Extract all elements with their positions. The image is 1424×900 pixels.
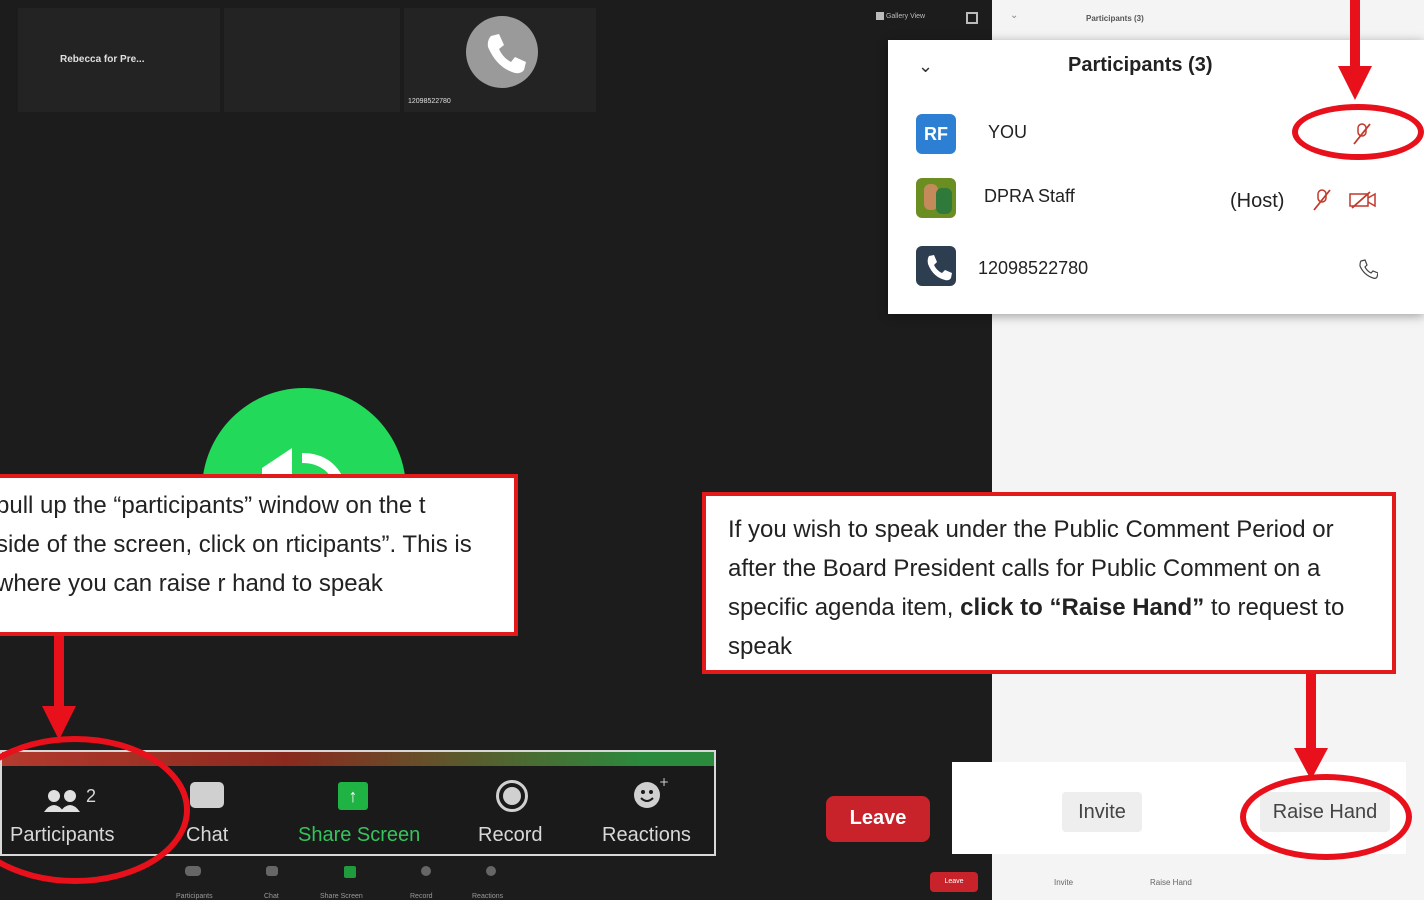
- arrow-head-down-icon: [1338, 66, 1372, 100]
- reactions-label: Reactions: [602, 824, 691, 846]
- reactions-button[interactable]: + Reactions: [592, 766, 702, 854]
- tiny-participants-icon: [185, 866, 201, 876]
- avatar: RF: [916, 114, 956, 154]
- participant-row[interactable]: DPRA Staff (Host): [888, 174, 1424, 224]
- gallery-view-label: Gallery View: [885, 12, 926, 20]
- fullscreen-icon[interactable]: [966, 12, 978, 24]
- collapse-chevron-icon[interactable]: ⌄: [918, 56, 933, 77]
- host-tag: (Host): [1230, 190, 1285, 212]
- tiny-record-label[interactable]: Record: [410, 893, 433, 900]
- thumbnail-name: Rebecca for Pre...: [60, 54, 145, 65]
- grid-icon: [876, 12, 884, 20]
- participant-name: DPRA Staff: [984, 186, 1075, 206]
- thumbnail-name: 12098522780: [408, 98, 451, 105]
- callout-right-bold: click to “Raise Hand”: [960, 594, 1205, 621]
- callout-left-text: pull up the “participants” window on the…: [0, 492, 472, 597]
- share-screen-label: Share Screen: [298, 824, 421, 846]
- arrow-shaft: [1306, 674, 1316, 754]
- tiny-record-icon: [421, 866, 431, 876]
- highlight-ring: [1292, 104, 1424, 160]
- video-thumbnail[interactable]: [224, 8, 400, 112]
- tiny-chat-icon: [266, 866, 278, 876]
- phone-icon: [487, 34, 526, 74]
- arrow-head-down-icon: [42, 706, 76, 740]
- leave-button[interactable]: Leave: [826, 796, 930, 842]
- svg-text:+: +: [659, 776, 668, 789]
- gallery-view-button[interactable]: Gallery View: [876, 12, 948, 26]
- video-off-icon[interactable]: [1348, 190, 1378, 210]
- tiny-share-label[interactable]: Share Screen: [320, 893, 363, 900]
- share-screen-button[interactable]: ↑ Share Screen: [286, 766, 436, 854]
- phone-icon: [1359, 259, 1378, 279]
- tiny-invite-label[interactable]: Invite: [1054, 878, 1073, 887]
- arrow-shaft: [54, 636, 64, 710]
- phone-avatar: [466, 16, 538, 88]
- video-thumbnail[interactable]: Rebecca for Pre...: [18, 8, 220, 112]
- invite-button[interactable]: Invite: [1062, 792, 1142, 832]
- tiny-raise-hand-label[interactable]: Raise Hand: [1150, 878, 1192, 887]
- mic-muted-icon[interactable]: [1312, 188, 1332, 212]
- record-label: Record: [478, 824, 543, 846]
- avatar: [916, 178, 956, 218]
- record-icon: [496, 780, 528, 812]
- panel-title: Participants (3): [1068, 54, 1213, 76]
- participant-name: YOU: [988, 122, 1028, 142]
- chat-label: Chat: [186, 824, 229, 846]
- phone-icon: [927, 255, 952, 281]
- video-thumbnail[interactable]: 12098522780: [404, 8, 596, 112]
- chat-icon: [190, 782, 224, 808]
- record-button[interactable]: Record: [468, 766, 558, 854]
- tiny-reactions-icon: [486, 866, 496, 876]
- tiny-share-icon: [344, 866, 356, 878]
- sidebar-title: Participants (3): [1086, 14, 1144, 23]
- arrow-shaft: [1350, 0, 1360, 70]
- participant-row[interactable]: 12098522780: [888, 244, 1424, 294]
- avatar: [916, 246, 956, 286]
- tiny-chat-label[interactable]: Chat: [264, 893, 279, 900]
- callout-left: pull up the “participants” window on the…: [0, 474, 518, 636]
- tiny-participants-label[interactable]: Participants: [176, 893, 213, 900]
- chevron-down-icon[interactable]: ⌄: [1010, 10, 1018, 21]
- highlight-ring: [1240, 774, 1412, 860]
- tiny-reactions-label[interactable]: Reactions: [472, 893, 503, 900]
- emoji-plus-icon: +: [634, 776, 668, 808]
- tiny-leave-button[interactable]: Leave: [930, 872, 978, 892]
- participant-name: 12098522780: [978, 258, 1089, 278]
- callout-right: If you wish to speak under the Public Co…: [702, 492, 1396, 674]
- share-arrow-icon: ↑: [338, 782, 368, 810]
